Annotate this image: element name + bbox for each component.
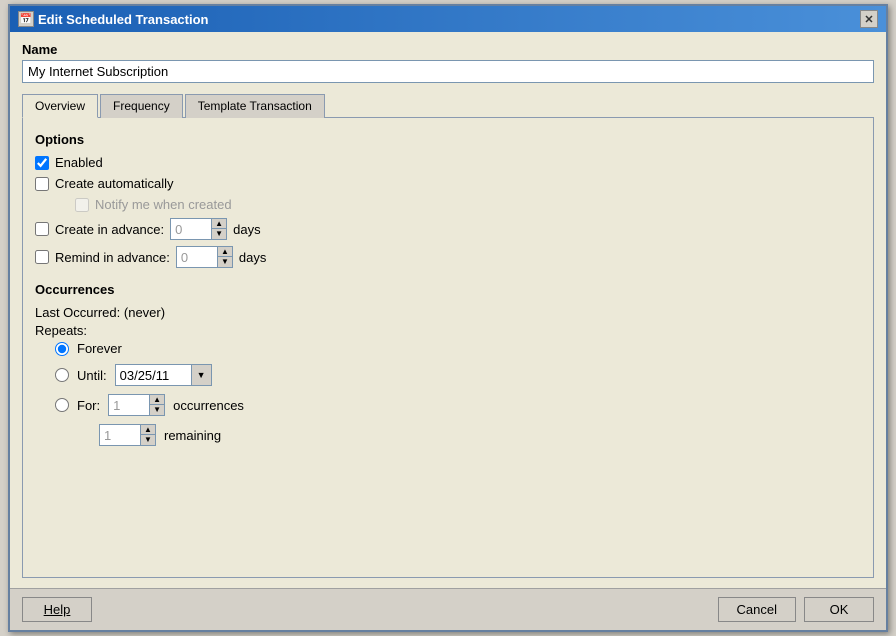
tab-template[interactable]: Template Transaction [185,94,325,118]
tab-overview-content: Options Enabled Create automatically Not… [22,118,874,578]
until-radio[interactable] [55,368,69,382]
create-advance-label: Create in advance: [55,222,164,237]
app-icon: 📅 [18,11,34,27]
create-auto-row: Create automatically [35,176,861,191]
occurrences-down[interactable]: ▼ [150,405,164,415]
forever-radio[interactable] [55,342,69,356]
remind-advance-down[interactable]: ▼ [218,257,232,267]
create-advance-checkbox[interactable] [35,222,49,236]
remaining-arrows: ▲ ▼ [140,425,155,445]
name-label: Name [22,42,874,57]
titlebar-left: 📅 Edit Scheduled Transaction [18,11,208,27]
cancel-button[interactable]: Cancel [718,597,796,622]
footer-right: Cancel OK [718,597,874,622]
notify-checkbox[interactable] [75,198,89,212]
enabled-checkbox[interactable] [35,156,49,170]
repeats-label: Repeats: [35,323,87,338]
last-occurred-value: (never) [124,305,165,320]
forever-row: Forever [55,341,861,356]
remaining-up[interactable]: ▲ [141,425,155,435]
window-body: Name Overview Frequency Template Transac… [10,32,886,588]
create-advance-down[interactable]: ▼ [212,229,226,239]
tab-overview[interactable]: Overview [22,94,98,118]
create-advance-spinbox: ▲ ▼ [170,218,227,240]
footer: Help Cancel OK [10,588,886,630]
create-advance-up[interactable]: ▲ [212,219,226,229]
remaining-input[interactable] [100,426,140,445]
tabs-bar: Overview Frequency Template Transaction [22,93,874,118]
create-advance-row: Create in advance: ▲ ▼ days [35,218,861,240]
remaining-spinbox: ▲ ▼ [99,424,156,446]
create-advance-arrows: ▲ ▼ [211,219,226,239]
remaining-down[interactable]: ▼ [141,435,155,445]
ok-button[interactable]: OK [804,597,874,622]
main-window: 📅 Edit Scheduled Transaction ✕ Name Over… [8,4,888,632]
create-auto-checkbox[interactable] [35,177,49,191]
remind-advance-arrows: ▲ ▼ [217,247,232,267]
for-row: For: ▲ ▼ occurrences [55,394,861,416]
occurrences-up[interactable]: ▲ [150,395,164,405]
for-label: For: [77,398,100,413]
repeats-row: Repeats: [35,323,861,338]
remind-advance-label: Remind in advance: [55,250,170,265]
remaining-row: ▲ ▼ remaining [99,424,861,446]
remind-advance-row: Remind in advance: ▲ ▼ days [35,246,861,268]
remind-advance-input[interactable] [177,248,217,267]
until-date-dropdown[interactable]: ▼ [191,365,211,385]
options-title: Options [35,132,861,147]
notify-row: Notify me when created [75,197,861,212]
until-date-input[interactable] [116,366,191,385]
remaining-label: remaining [164,428,221,443]
until-label: Until: [77,368,107,383]
help-button[interactable]: Help [22,597,92,622]
forever-label: Forever [77,341,122,356]
remind-advance-spinbox: ▲ ▼ [176,246,233,268]
tab-frequency[interactable]: Frequency [100,94,183,118]
tabs-container: Overview Frequency Template Transaction … [22,93,874,578]
occurrences-label: occurrences [173,398,244,413]
until-date-field: ▼ [115,364,212,386]
window-title: Edit Scheduled Transaction [38,12,208,27]
occurrences-arrows: ▲ ▼ [149,395,164,415]
for-radio[interactable] [55,398,69,412]
titlebar: 📅 Edit Scheduled Transaction ✕ [10,6,886,32]
create-advance-input[interactable] [171,220,211,239]
close-button[interactable]: ✕ [860,10,878,28]
remind-advance-checkbox[interactable] [35,250,49,264]
create-auto-label: Create automatically [55,176,174,191]
last-occurred-row: Last Occurred: (never) [35,305,861,320]
remind-advance-unit: days [239,250,266,265]
until-row: Until: ▼ [55,364,861,386]
occurrences-spinbox: ▲ ▼ [108,394,165,416]
occurrences-title: Occurrences [35,282,861,297]
name-input[interactable] [22,60,874,83]
remind-advance-up[interactable]: ▲ [218,247,232,257]
occurrences-input[interactable] [109,396,149,415]
enabled-label: Enabled [55,155,103,170]
notify-label: Notify me when created [95,197,232,212]
enabled-row: Enabled [35,155,861,170]
create-advance-unit: days [233,222,260,237]
last-occurred-label: Last Occurred: [35,305,120,320]
